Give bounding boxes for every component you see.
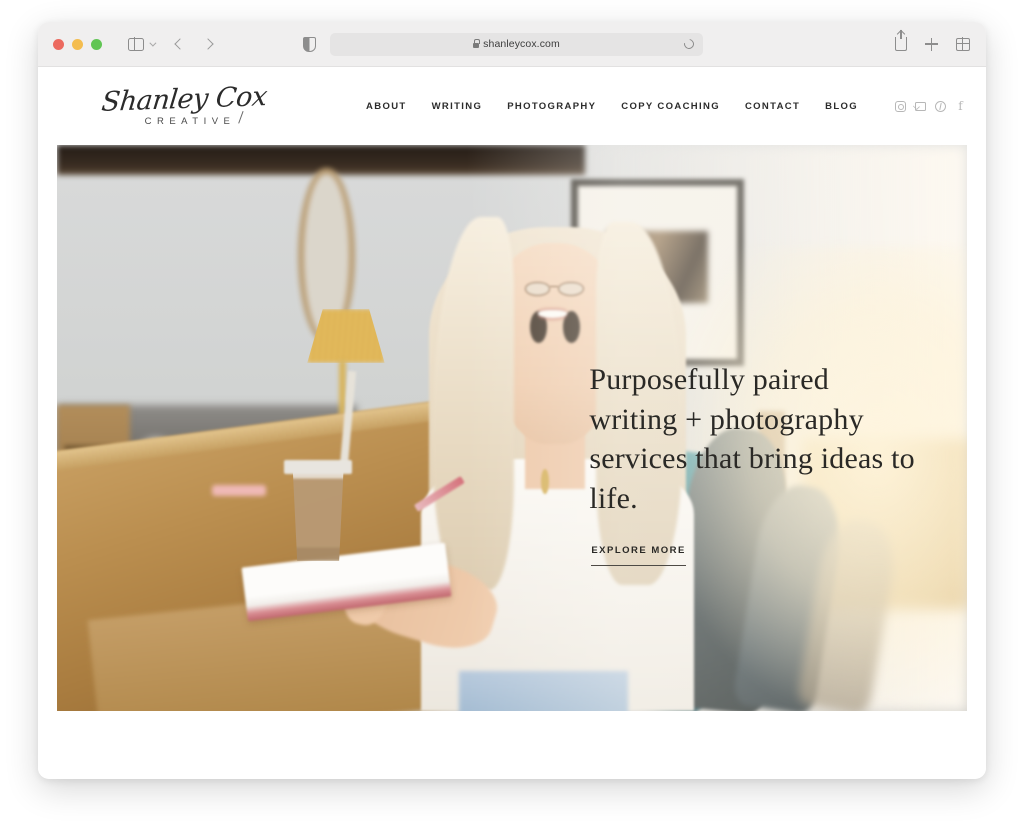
site-logo[interactable]: Shanley Cox CREATIVE [96,86,276,127]
sidebar-toggle-button[interactable] [128,38,154,51]
address-bar[interactable]: shanleycox.com [330,33,703,56]
sidebar-icon [128,38,144,51]
reload-icon[interactable] [682,37,696,51]
browser-window: shanleycox.com Shanley Cox CREATIVE ABOU… [38,22,986,779]
browser-toolbar: shanleycox.com [38,22,986,67]
nav-item-photography[interactable]: PHOTOGRAPHY [507,101,596,112]
minimize-window-button[interactable] [72,39,83,50]
lock-icon [473,43,479,48]
facebook-icon[interactable]: f [955,101,966,112]
nav-item-blog[interactable]: BLOG [825,101,858,112]
web-page: Shanley Cox CREATIVE ABOUT WRITING PHOTO… [38,67,986,778]
back-button[interactable] [174,38,185,49]
pinterest-icon[interactable] [935,101,946,112]
close-window-button[interactable] [53,39,64,50]
nav-item-contact[interactable]: CONTACT [745,101,800,112]
address-bar-content: shanleycox.com [473,38,560,50]
privacy-shield-icon[interactable] [303,37,316,52]
nav-item-about[interactable]: ABOUT [366,101,407,112]
explore-more-button[interactable]: EXPLORE MORE [591,540,686,566]
new-tab-icon[interactable] [925,38,938,51]
traffic-lights [53,39,102,50]
instagram-icon[interactable] [895,101,906,112]
nav-item-writing[interactable]: WRITING [432,101,483,112]
url-text: shanleycox.com [483,38,560,50]
navigation-arrows [176,40,212,48]
share-icon[interactable] [895,37,907,51]
explore-more-label: EXPLORE MORE [591,545,686,556]
chevron-down-icon[interactable] [149,39,156,46]
tab-overview-icon[interactable] [956,38,970,51]
forward-button[interactable] [202,38,213,49]
hero-headline: Purposefully paired writing + photograph… [589,360,917,518]
main-navigation: ABOUT WRITING PHOTOGRAPHY COPY COACHING … [366,101,966,112]
site-header: Shanley Cox CREATIVE ABOUT WRITING PHOTO… [38,67,986,145]
nav-item-copy-coaching[interactable]: COPY COACHING [621,101,720,112]
hero-text-block: Purposefully paired writing + photograph… [589,360,917,566]
maximize-window-button[interactable] [91,39,102,50]
social-links: f [895,101,966,112]
email-icon[interactable] [915,102,926,111]
toolbar-right-group [895,37,970,51]
hero-section: Purposefully paired writing + photograph… [57,145,967,711]
